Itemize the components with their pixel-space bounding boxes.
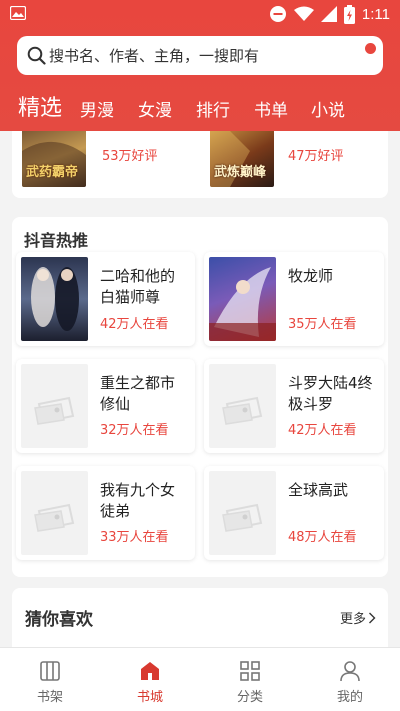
book-item[interactable]: 我有九个女徒弟 33万人在看 [16, 466, 195, 560]
search-input[interactable] [49, 36, 369, 75]
top-book-card: 武药霸帝 53万好评 武炼巅峰 47万好评 [12, 131, 388, 198]
book-stat: 42万人在看 [288, 423, 357, 438]
image-placeholder-icon [222, 396, 263, 425]
book-item[interactable]: 重生之都市修仙 32万人在看 [16, 359, 195, 453]
category-icon [240, 661, 260, 681]
book-stat: 35万人在看 [288, 317, 357, 332]
wifi-icon [293, 6, 314, 21]
book-item[interactable]: 斗罗大陆4终极斗罗 42万人在看 [204, 359, 384, 453]
book-item[interactable]: 武药霸帝 53万好评 [16, 131, 196, 191]
book-item[interactable]: 牧龙师 35万人在看 [204, 252, 384, 346]
profile-icon [340, 661, 360, 682]
cover-artwork [209, 267, 276, 341]
do-not-disturb-icon [269, 6, 286, 22]
nav-label: 书城 [136, 690, 163, 705]
photo-notification-icon [10, 6, 26, 20]
book-item[interactable]: 武炼巅峰 47万好评 [204, 131, 384, 191]
book-cover [21, 257, 88, 341]
book-cover: 武药霸帝 [22, 131, 86, 187]
book-title: 全球高武 [288, 481, 349, 499]
status-bar-right: 1:11 [269, 4, 390, 24]
search-bar[interactable] [17, 36, 383, 75]
book-cover-placeholder [21, 364, 88, 448]
book-stat: 53万好评 [102, 149, 158, 164]
image-placeholder-icon [34, 503, 75, 532]
nav-profile[interactable]: 我的 [300, 648, 400, 711]
section-title: 猜你喜欢 [25, 610, 93, 630]
image-placeholder-icon [34, 396, 75, 425]
book-cover [209, 257, 276, 341]
more-label: 更多 [339, 612, 366, 627]
tab-featured[interactable]: 精选 [18, 90, 62, 122]
content-area: 武药霸帝 53万好评 武炼巅峰 47万好评 抖音热推 二哈和他的白猫师尊 42万… [0, 131, 400, 647]
bottom-navigation: 书架 书城 分类 我的 [0, 647, 400, 711]
book-item[interactable]: 全球高武 48万人在看 [204, 466, 384, 560]
tab-ranking[interactable]: 排行 [196, 96, 230, 121]
cover-artwork [31, 267, 79, 331]
book-cover-placeholder [21, 471, 88, 555]
douyin-recommend-section: 抖音热推 二哈和他的白猫师尊 42万人在看 牧龙师 35万人在看 重生之都市修仙… [12, 217, 388, 577]
tab-booklist[interactable]: 书单 [254, 96, 288, 121]
search-icon [27, 46, 46, 65]
book-cover-placeholder [209, 364, 276, 448]
tab-novels[interactable]: 小说 [311, 96, 345, 121]
book-title: 牧龙师 [288, 267, 334, 285]
category-tabs: 精选 男漫 女漫 排行 书单 小说 [0, 88, 400, 124]
image-placeholder-icon [222, 503, 263, 532]
book-item[interactable]: 二哈和他的白猫师尊 42万人在看 [16, 252, 195, 346]
signal-icon [320, 6, 337, 22]
status-time: 1:11 [361, 5, 390, 23]
nav-category[interactable]: 分类 [200, 648, 300, 711]
nav-bookshelf[interactable]: 书架 [0, 648, 100, 711]
book-stat: 48万人在看 [288, 530, 357, 545]
bookshelf-icon [40, 661, 60, 681]
more-link[interactable]: 更多 [340, 608, 376, 627]
book-title: 二哈和他的白猫师尊 [100, 267, 176, 306]
chevron-right-icon [369, 612, 376, 623]
book-title: 重生之都市修仙 [100, 374, 176, 413]
book-stat: 33万人在看 [100, 530, 169, 545]
nav-label: 分类 [236, 690, 263, 705]
book-cover: 武炼巅峰 [210, 131, 274, 187]
nav-label: 书架 [36, 690, 63, 705]
book-stat: 47万好评 [288, 149, 344, 164]
section-title: 抖音热推 [24, 231, 89, 250]
guess-you-like-section: 猜你喜欢 更多 [12, 588, 388, 647]
tab-female-comics[interactable]: 女漫 [138, 96, 172, 121]
tab-male-comics[interactable]: 男漫 [80, 96, 114, 121]
status-bar: 1:11 [0, 0, 400, 28]
battery-charging-icon [343, 4, 355, 24]
header: 1:11 精选 男漫 女漫 排行 书单 小说 [0, 0, 400, 131]
cover-title-text: 武炼巅峰 [214, 165, 267, 180]
book-cover-placeholder [209, 471, 276, 555]
book-title: 我有九个女徒弟 [100, 481, 176, 520]
store-icon [141, 662, 159, 680]
cover-title-text: 武药霸帝 [26, 165, 79, 180]
book-stat: 42万人在看 [100, 317, 169, 332]
search-notification-dot [365, 43, 376, 54]
book-stat: 32万人在看 [100, 423, 169, 438]
nav-store[interactable]: 书城 [100, 648, 200, 711]
book-title: 斗罗大陆4终极斗罗 [288, 374, 373, 413]
nav-label: 我的 [336, 690, 363, 705]
